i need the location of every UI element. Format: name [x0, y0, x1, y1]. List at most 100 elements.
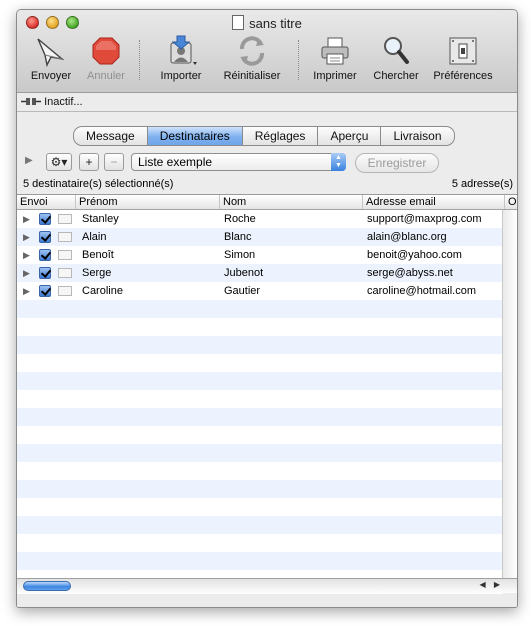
cell-email: benoit@yahoo.com: [367, 249, 462, 261]
send-checkbox[interactable]: [39, 285, 51, 297]
tab-preview[interactable]: Aperçu: [318, 126, 382, 146]
remove-recipient-button[interactable]: −: [104, 153, 124, 171]
table-row[interactable]: ▶ Caroline Gautier caroline@hotmail.com: [17, 282, 503, 300]
cell-lastname: Simon: [224, 249, 256, 261]
print-label: Imprimer: [313, 70, 357, 82]
send-label: Envoyer: [30, 70, 72, 82]
reset-label: Réinitialiser: [223, 70, 281, 82]
tab-delivery[interactable]: Livraison: [381, 126, 455, 146]
contact-card-icon: [58, 232, 72, 242]
column-header-lastname[interactable]: Nom: [220, 195, 363, 209]
cell-lastname: Gautier: [224, 285, 261, 297]
window-title: sans titre: [17, 15, 517, 31]
send-button[interactable]: Envoyer: [27, 34, 75, 82]
horizontal-scrollbar[interactable]: ◀ ▶: [17, 578, 517, 594]
cell-lastname: Blanc: [224, 231, 252, 243]
list-controls: ▶ ⚙▾ + − Liste exemple ▲ ▼ Enregistrer: [17, 151, 517, 175]
row-disclosure-icon[interactable]: ▶: [23, 246, 30, 264]
import-label: Importer: [160, 70, 202, 82]
tab-recipients[interactable]: Destinataires: [147, 126, 243, 146]
cell-firstname: Benoît: [82, 249, 114, 261]
table-row[interactable]: ▶ Benoît Simon benoit@yahoo.com: [17, 246, 503, 264]
contact-card-icon: [58, 286, 72, 296]
cell-email: serge@abyss.net: [367, 267, 453, 279]
tab-message[interactable]: Message: [73, 126, 148, 146]
preferences-button[interactable]: Préférences: [430, 34, 496, 82]
cancel-label: Annuler: [87, 70, 125, 82]
document-icon: [232, 15, 245, 30]
popup-arrows-icon: ▲ ▼: [331, 153, 346, 171]
horizontal-scroll-thumb[interactable]: [23, 581, 71, 591]
import-button[interactable]: Importer: [151, 34, 211, 82]
cell-email: support@maxprog.com: [367, 213, 482, 225]
send-checkbox[interactable]: [39, 213, 51, 225]
table-header: Envoi Prénom Nom Adresse email O: [17, 195, 517, 210]
scroll-arrows-icon[interactable]: ◀ ▶: [479, 580, 503, 593]
cancel-button[interactable]: Annuler: [82, 34, 130, 82]
cell-lastname: Jubenot: [224, 267, 264, 279]
vertical-scrollbar[interactable]: [502, 210, 517, 579]
preferences-label: Préférences: [433, 70, 493, 82]
action-menu-button[interactable]: ⚙▾: [46, 153, 72, 171]
column-header-other[interactable]: O: [505, 195, 517, 209]
status-line: Inactif...: [17, 93, 517, 111]
address-count: 5 adresse(s): [451, 178, 513, 190]
tab-area: Message Destinataires Réglages Aperçu Li…: [17, 111, 517, 146]
toolbar: Envoyer Annuler Importer Réinitialiser I…: [17, 34, 517, 90]
table-body: ▶ Stanley Roche support@maxprog.com ▶ Al…: [17, 210, 503, 579]
stop-icon: [92, 37, 120, 65]
send-checkbox[interactable]: [39, 249, 51, 261]
row-disclosure-icon[interactable]: ▶: [23, 264, 30, 282]
connection-plug-icon: [21, 98, 41, 105]
reset-icon: [240, 36, 264, 66]
contact-card-icon: [58, 214, 72, 224]
search-button[interactable]: Chercher: [369, 34, 423, 82]
cell-firstname: Stanley: [82, 213, 119, 225]
tab-bar: Message Destinataires Réglages Aperçu Li…: [73, 126, 455, 146]
gear-icon: ⚙▾: [50, 155, 68, 169]
magnifier-icon: [384, 37, 409, 64]
import-icon: [170, 35, 197, 65]
table-row[interactable]: ▶ Serge Jubenot serge@abyss.net: [17, 264, 503, 282]
reset-button[interactable]: Réinitialiser: [219, 34, 285, 82]
search-label: Chercher: [373, 70, 419, 82]
contact-card-icon: [58, 268, 72, 278]
column-header-email[interactable]: Adresse email: [363, 195, 505, 209]
cell-email: caroline@hotmail.com: [367, 285, 476, 297]
column-header-send[interactable]: Envoi: [17, 195, 76, 209]
selected-count: 5 destinataire(s) sélectionné(s): [23, 178, 174, 190]
cell-firstname: Serge: [82, 267, 112, 279]
status-text: Inactif...: [44, 96, 83, 108]
table-row[interactable]: ▶ Stanley Roche support@maxprog.com: [17, 210, 503, 228]
window-bottom-bar: [17, 593, 517, 607]
add-recipient-button[interactable]: +: [79, 153, 99, 171]
save-list-button[interactable]: Enregistrer: [355, 153, 439, 173]
toolbar-separator: [139, 40, 140, 80]
main-window: sans titre Envoyer Annuler Importer Réin…: [16, 9, 518, 608]
tab-settings[interactable]: Réglages: [242, 126, 319, 146]
send-checkbox[interactable]: [39, 231, 51, 243]
send-checkbox[interactable]: [39, 267, 51, 279]
contact-card-icon: [58, 250, 72, 260]
table-row[interactable]: ▶ Alain Blanc alain@blanc.org: [17, 228, 503, 246]
cell-email: alain@blanc.org: [367, 231, 447, 243]
list-select[interactable]: Liste exemple ▲ ▼: [131, 153, 346, 171]
toolbar-separator: [298, 40, 299, 80]
preferences-icon: [449, 37, 477, 65]
row-disclosure-icon[interactable]: ▶: [23, 282, 30, 300]
list-select-value: Liste exemple: [138, 155, 213, 169]
print-button[interactable]: Imprimer: [308, 34, 362, 82]
window-title-text: sans titre: [249, 16, 302, 31]
printer-icon: [321, 37, 349, 65]
column-header-firstname[interactable]: Prénom: [76, 195, 220, 209]
count-line: 5 destinataire(s) sélectionné(s) 5 adres…: [17, 176, 517, 192]
row-disclosure-icon[interactable]: ▶: [23, 210, 30, 228]
recipients-table: Envoi Prénom Nom Adresse email O ▶ Stanl…: [17, 194, 517, 579]
resize-grip-icon[interactable]: [503, 593, 517, 607]
cell-firstname: Alain: [82, 231, 107, 243]
cell-firstname: Caroline: [82, 285, 123, 297]
disclosure-triangle-icon[interactable]: ▶: [25, 155, 33, 166]
send-arrow-icon: [37, 38, 65, 67]
cell-lastname: Roche: [224, 213, 256, 225]
row-disclosure-icon[interactable]: ▶: [23, 228, 30, 246]
